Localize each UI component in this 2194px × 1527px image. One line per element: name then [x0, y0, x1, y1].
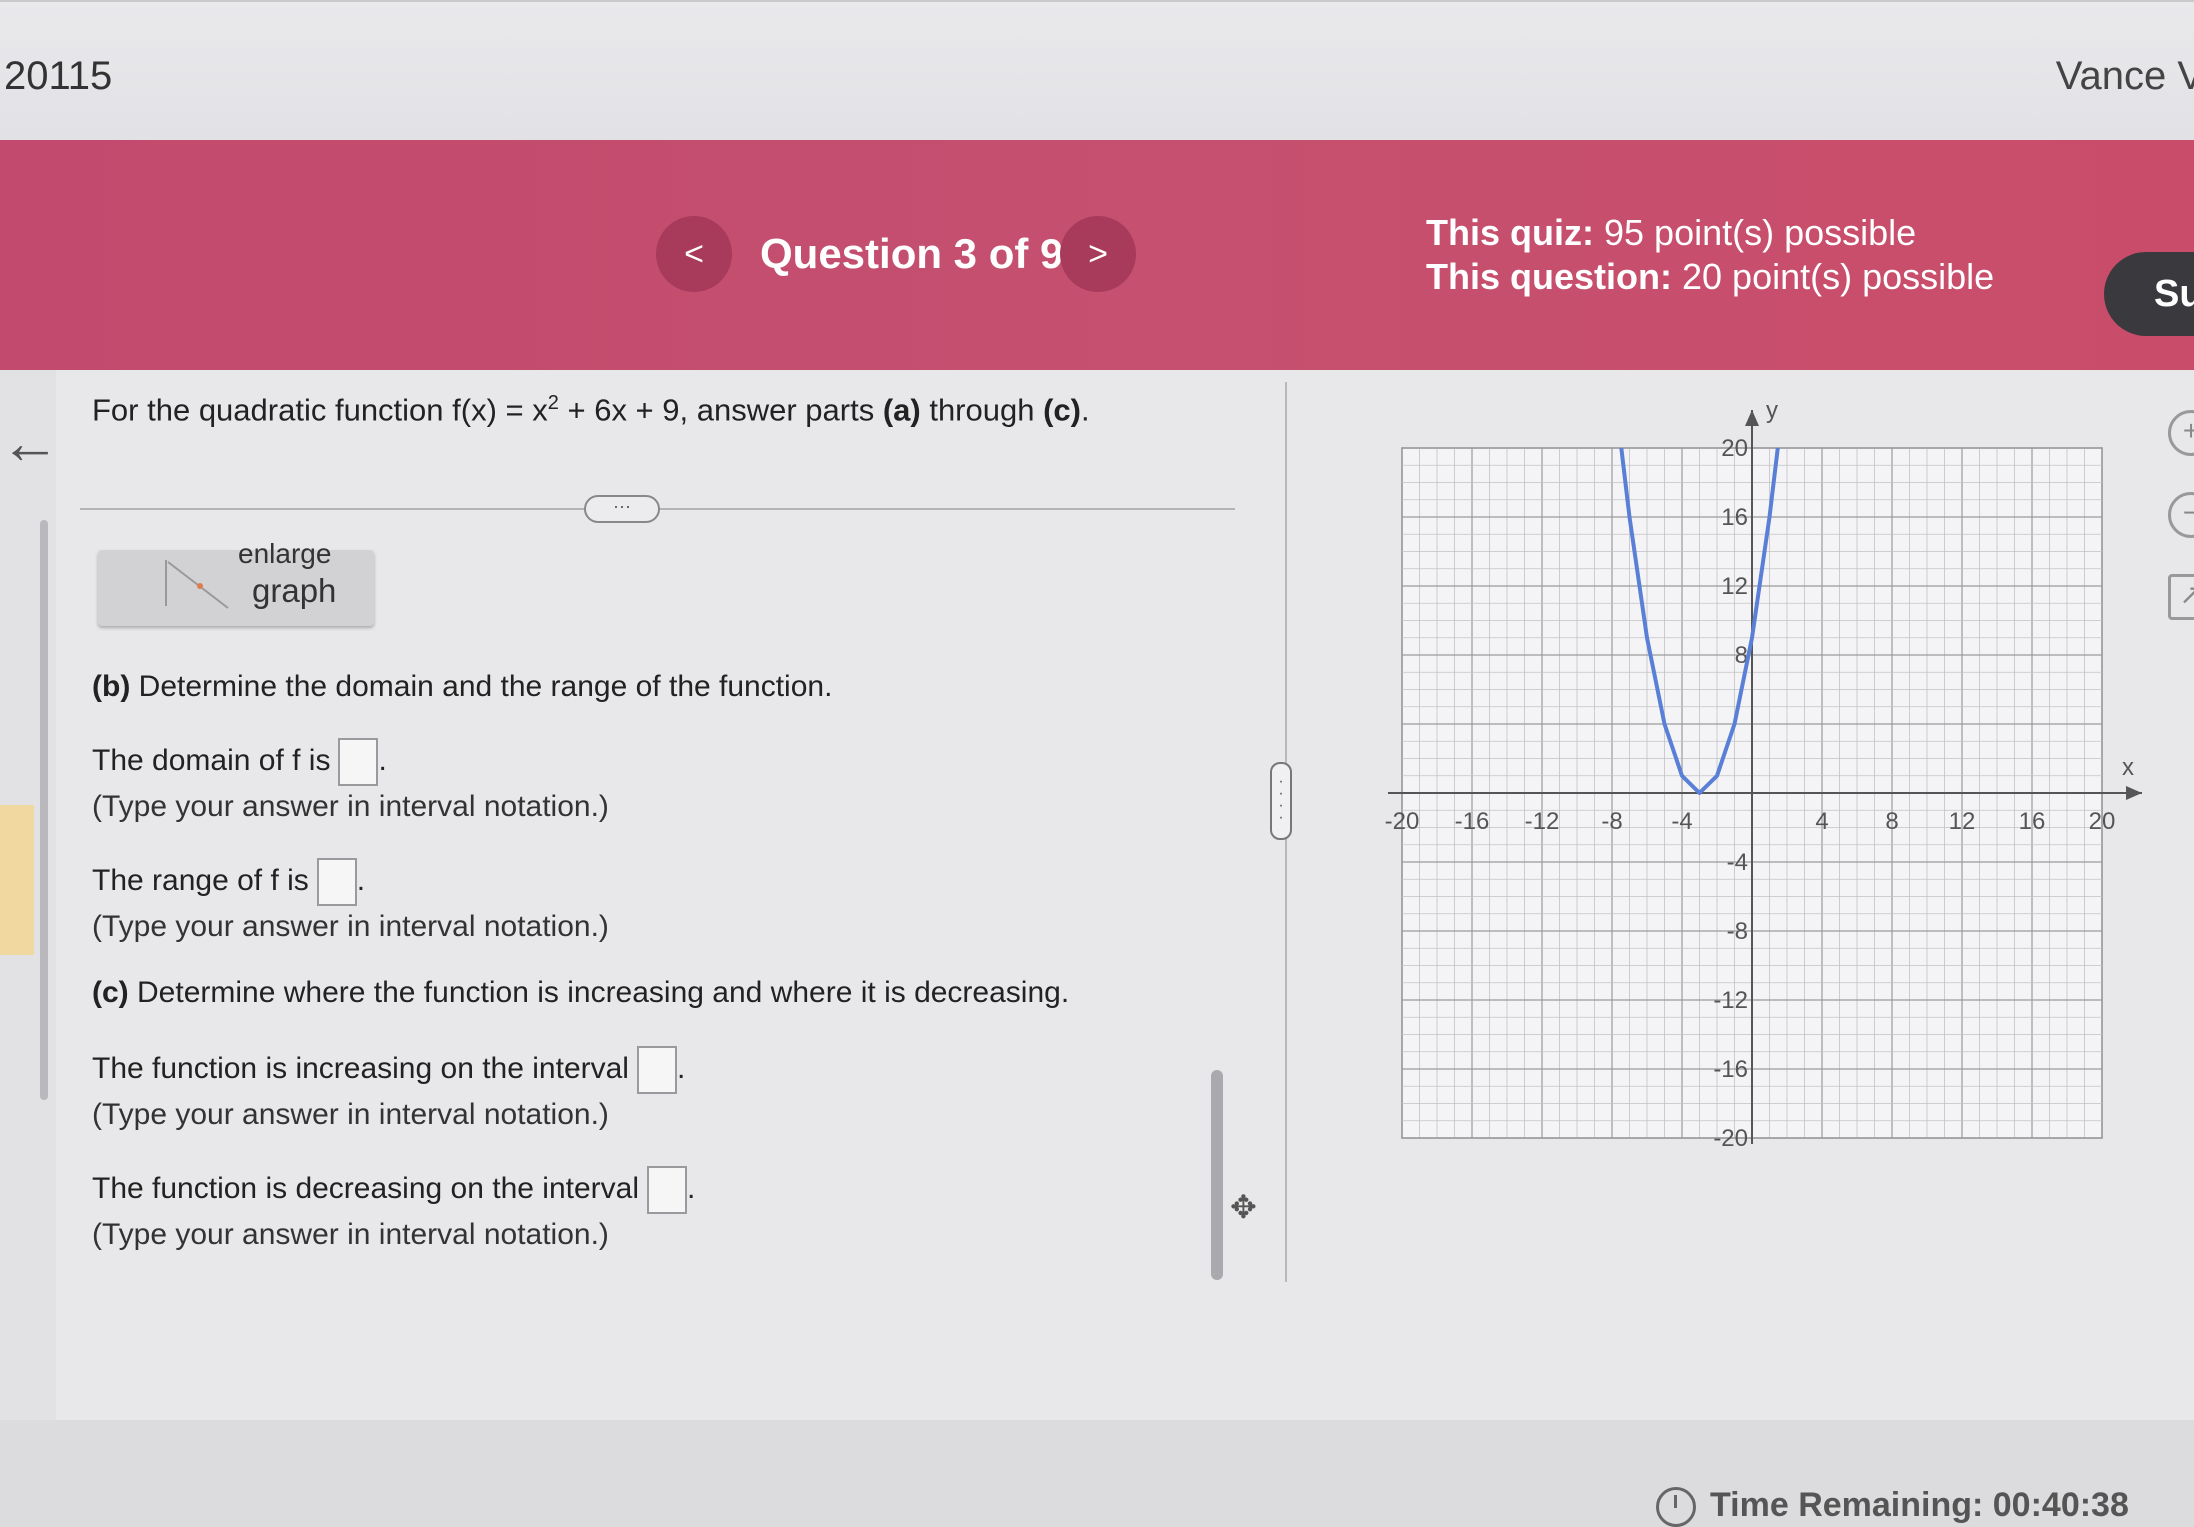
question-points-value: 20 point(s) possible — [1682, 256, 1995, 297]
panel-resize-handle[interactable]: · · · · — [1270, 762, 1292, 840]
back-arrow-icon[interactable]: ← — [0, 408, 60, 477]
x-tick-label: 4 — [1815, 808, 1828, 835]
part-b-heading: (b) Determine the domain and the range o… — [92, 670, 832, 704]
chevron-right-icon: > — [1088, 234, 1108, 273]
question-points-label: This question: — [1426, 256, 1672, 297]
problem-text-4: . — [1080, 392, 1090, 428]
x-tick-label: 8 — [1885, 808, 1898, 835]
x-tick-label: -8 — [1601, 808, 1622, 835]
range-note: (Type your answer in interval notation.) — [92, 910, 609, 943]
problem-text-2: + 6x + 9, answer parts — [558, 392, 883, 428]
domain-row: The domain of f is. — [92, 738, 387, 786]
top-bar: 20115 Vance V — [0, 0, 2194, 142]
x-tick-label: -20 — [1385, 808, 1420, 835]
time-label: Time Remaining: — [1710, 1486, 1984, 1524]
increasing-period: . — [676, 1051, 686, 1085]
range-label: The range of f is — [92, 863, 309, 897]
x-tick-label: 12 — [1949, 808, 1976, 835]
graph-thumbnail-icon — [165, 560, 229, 609]
increasing-row: The function is increasing on the interv… — [92, 1046, 685, 1094]
part-b-tag: (b) — [92, 670, 131, 703]
move-icon[interactable]: ✥ — [1230, 1188, 1257, 1226]
enlarge-label: graph — [252, 572, 337, 609]
expand-toggle-button[interactable]: ··· — [584, 495, 660, 523]
y-axis-arrow — [1745, 410, 1759, 426]
y-tick-label: -4 — [1727, 849, 1748, 876]
decreasing-label: The function is decreasing on the interv… — [92, 1171, 639, 1205]
domain-period: . — [378, 743, 387, 777]
y-tick-label: -8 — [1727, 918, 1748, 945]
x-axis-arrow — [2126, 786, 2142, 800]
part-c-prompt: Determine where the function is increasi… — [128, 976, 1070, 1009]
decreasing-note: (Type your answer in interval notation.) — [92, 1218, 609, 1251]
quiz-points: This quiz: 95 point(s) possible — [1426, 212, 1916, 254]
range-period: . — [356, 863, 366, 897]
increasing-label: The function is increasing on the interv… — [92, 1051, 629, 1085]
range-answer-input[interactable] — [316, 858, 357, 906]
left-highlight — [0, 805, 34, 955]
time-remaining: Time Remaining: 00:40:38 — [1656, 1486, 2129, 1527]
problem-statement: For the quadratic function f(x) = x2 + 6… — [92, 392, 1090, 428]
y-tick-label: 12 — [1721, 573, 1748, 600]
x-axis-label: x — [2122, 754, 2134, 781]
part-c-tag: (c) — [92, 976, 129, 1009]
clock-icon — [1656, 1487, 1696, 1527]
increasing-note: (Type your answer in interval notation.) — [92, 1098, 609, 1131]
quiz-points-value: 95 point(s) possible — [1604, 212, 1917, 253]
next-question-button[interactable]: > — [1060, 216, 1136, 292]
decreasing-answer-input[interactable] — [647, 1166, 687, 1214]
domain-note: (Type your answer in interval notation.) — [92, 790, 609, 823]
part-b-prompt: Determine the domain and the range of th… — [130, 670, 833, 703]
range-row: The range of f is. — [92, 858, 365, 906]
domain-answer-input[interactable] — [338, 738, 379, 786]
x-tick-label: 16 — [2019, 808, 2046, 835]
course-id: 20115 — [4, 54, 113, 98]
part-a-ref: (a) — [882, 392, 921, 428]
left-scrollbar[interactable] — [40, 520, 48, 1100]
problem-text-3: through — [920, 392, 1044, 428]
enlarge-label-top: enlarge — [238, 538, 332, 569]
y-tick-label: -16 — [1713, 1056, 1748, 1083]
time-value: 00:40:38 — [1992, 1486, 2129, 1524]
y-tick-label: 20 — [1721, 435, 1748, 462]
previous-question-button[interactable]: < — [656, 216, 732, 292]
decreasing-row: The function is decreasing on the interv… — [92, 1166, 695, 1214]
decreasing-period: . — [687, 1171, 696, 1205]
y-axis-label: y — [1766, 400, 1778, 424]
x-tick-label: -4 — [1671, 808, 1692, 835]
chevron-left-icon: < — [684, 234, 704, 273]
y-tick-label: 16 — [1721, 504, 1748, 531]
y-tick-label: -12 — [1713, 987, 1748, 1014]
question-banner: < Question 3 of 9 > This quiz: 95 point(… — [0, 140, 2194, 370]
problem-text: For the quadratic function f(x) = x — [92, 392, 548, 428]
domain-label: The domain of f is — [92, 743, 331, 777]
increasing-answer-input[interactable] — [636, 1046, 677, 1094]
question-points: This question: 20 point(s) possible — [1426, 256, 1994, 298]
user-name[interactable]: Vance V — [2056, 54, 2194, 99]
y-tick-label: -20 — [1713, 1125, 1748, 1152]
enlarge-graph-button[interactable]: enlarge graph — [98, 538, 374, 626]
x-tick-label: -16 — [1455, 808, 1490, 835]
popout-icon[interactable]: ↗ — [2168, 574, 2194, 620]
function-graph: xy-20 -16 -12 -8 -4 4 8 12 16 202016128-4-8-12-16… — [1385, 400, 2142, 1152]
question-counter: Question 3 of 9 — [760, 230, 1064, 277]
part-c-heading: (c) Determine where the function is incr… — [92, 976, 1069, 1010]
submit-quiz-button[interactable]: Su — [2104, 252, 2194, 336]
x-tick-label: -12 — [1525, 808, 1560, 835]
exponent: 2 — [547, 392, 559, 414]
part-c-ref: (c) — [1043, 392, 1081, 428]
quiz-points-label: This quiz: — [1426, 212, 1594, 253]
content-scrollbar[interactable] — [1211, 1070, 1223, 1280]
x-tick-label: 20 — [2089, 808, 2116, 835]
